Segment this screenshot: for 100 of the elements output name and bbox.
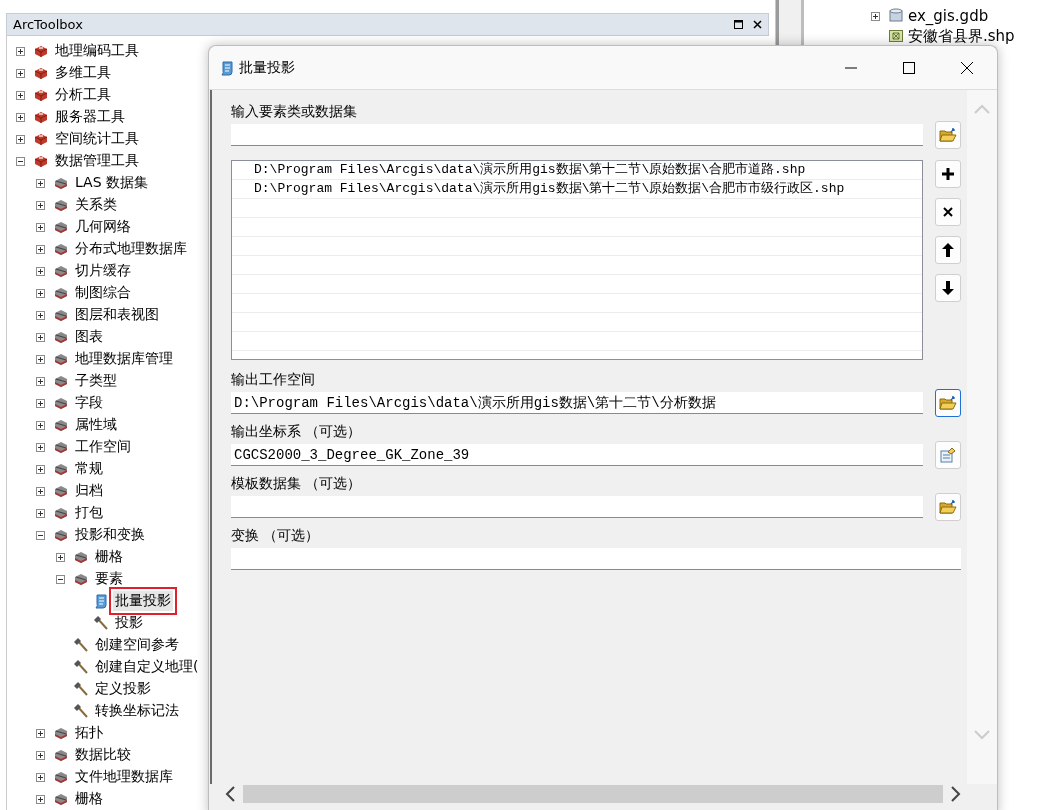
tree-item[interactable]: 服务器工具 <box>53 107 127 127</box>
input-field[interactable] <box>231 548 961 570</box>
expand-icon[interactable] <box>15 45 26 57</box>
panel-title: ArcToolbox <box>13 17 83 32</box>
expand-icon[interactable] <box>35 265 46 277</box>
arrow-down-icon <box>942 281 954 295</box>
expand-icon[interactable] <box>35 507 46 519</box>
tree-item[interactable]: 文件地理数据库 <box>73 767 175 787</box>
tree-item[interactable]: 定义投影 <box>93 679 153 699</box>
expand-icon[interactable] <box>15 67 26 79</box>
maximize-icon[interactable] <box>903 61 915 74</box>
tree-item[interactable]: 归档 <box>73 481 105 501</box>
input-field[interactable] <box>231 496 923 518</box>
collapse-icon[interactable] <box>55 573 66 585</box>
expand-icon[interactable] <box>35 309 46 321</box>
tree-item[interactable]: 地理数据库管理 <box>73 349 175 369</box>
input-field[interactable] <box>231 124 923 146</box>
expand-icon[interactable] <box>35 177 46 189</box>
collapse-icon[interactable] <box>15 155 26 167</box>
expand-icon[interactable] <box>35 287 46 299</box>
tree-item[interactable]: 拓扑 <box>73 723 105 743</box>
toolbox-icon <box>33 65 49 81</box>
tree-item[interactable]: 字段 <box>73 393 105 413</box>
tree-item[interactable]: 图表 <box>73 327 105 347</box>
tree-item[interactable]: 创建空间参考 <box>93 635 181 655</box>
expand-icon[interactable] <box>35 485 46 497</box>
field-label: 变换 （可选） <box>231 526 321 544</box>
input-list[interactable]: D:\Program Files\Arcgis\data\演示所用gis数据\第十二节\原始数据\合肥市道路.shp D:\Program Files\Arcgis\data\演示所用gis数据\第十二节\原始数据\合肥市市级行政区.shp <box>231 160 923 360</box>
hammer-icon <box>73 637 89 653</box>
tree-item[interactable]: 制图综合 <box>73 283 133 303</box>
expand-icon[interactable] <box>35 353 46 365</box>
remove-button[interactable] <box>935 198 961 226</box>
list-item[interactable]: D:\Program Files\Arcgis\data\演示所用gis数据\第十二节\原始数据\合肥市市级行政区.shp <box>232 180 922 199</box>
tree-item[interactable]: 转换坐标记法 <box>93 701 181 721</box>
scrollbar-thumb[interactable] <box>243 785 943 803</box>
close-icon[interactable] <box>961 61 973 74</box>
up-button[interactable] <box>935 236 961 264</box>
browse-button[interactable] <box>935 389 961 417</box>
field-label: 输出工作空间 <box>231 370 316 388</box>
expand-icon[interactable] <box>55 551 66 563</box>
tree-item[interactable]: 投影 <box>113 613 145 633</box>
list-item[interactable]: D:\Program Files\Arcgis\data\演示所用gis数据\第十二节\原始数据\合肥市道路.shp <box>232 161 922 180</box>
expand-icon[interactable] <box>35 331 46 343</box>
tree-item[interactable]: 栅格 <box>93 547 125 567</box>
expand-icon[interactable] <box>15 111 26 123</box>
input-field[interactable]: D:\Program Files\Arcgis\data\演示所用gis数据\第十二节\分析数据 <box>231 392 923 414</box>
collapse-icon[interactable] <box>35 529 46 541</box>
tree-item[interactable]: 切片缓存 <box>73 261 133 281</box>
expand-icon[interactable] <box>35 727 46 739</box>
tree-item[interactable]: 多维工具 <box>53 63 113 83</box>
catalog-item[interactable]: 安徽省县界.shp <box>908 26 1015 46</box>
field-label: 输出坐标系 （可选） <box>231 422 363 440</box>
tree-item[interactable]: 创建自定义地理( <box>93 657 201 677</box>
expand-icon[interactable] <box>35 463 46 475</box>
toolset-icon <box>73 549 89 565</box>
tree-item[interactable]: 图层和表视图 <box>73 305 161 325</box>
expand-icon[interactable] <box>35 441 46 453</box>
tree-item[interactable]: 地理编码工具 <box>53 41 141 61</box>
tree-item[interactable]: 打包 <box>73 503 105 523</box>
expand-icon[interactable] <box>35 375 46 387</box>
tree-item[interactable]: LAS 数据集 <box>73 173 151 193</box>
chevron-left-icon[interactable] <box>225 786 235 802</box>
down-button[interactable] <box>935 274 961 302</box>
tree-item[interactable]: 要素 <box>93 569 125 589</box>
tree-item[interactable]: 子类型 <box>73 371 119 391</box>
tree-item[interactable]: 数据比较 <box>73 745 133 765</box>
tree-item[interactable]: 属性域 <box>73 415 119 435</box>
close-icon[interactable] <box>753 20 762 29</box>
expand-icon[interactable] <box>35 397 46 409</box>
expand-icon[interactable] <box>35 199 46 211</box>
tree-item[interactable]: 几何网络 <box>73 217 133 237</box>
tree-item[interactable]: 常规 <box>73 459 105 479</box>
toolbox-icon <box>33 87 49 103</box>
toolset-icon <box>53 307 69 323</box>
expand-icon[interactable] <box>35 243 46 255</box>
chevron-right-icon[interactable] <box>951 786 961 802</box>
plus-icon <box>941 167 955 181</box>
expand-icon[interactable] <box>35 793 46 805</box>
add-button[interactable] <box>935 160 961 188</box>
expand-icon[interactable] <box>35 749 46 761</box>
tree-item[interactable]: 分析工具 <box>53 85 113 105</box>
tree-item[interactable]: 数据管理工具 <box>53 151 141 171</box>
expand-icon[interactable] <box>35 419 46 431</box>
toolset-icon <box>73 571 89 587</box>
catalog-item[interactable]: ex_gis.gdb <box>908 7 989 25</box>
tree-item[interactable]: 栅格 <box>73 789 105 809</box>
expand-icon[interactable] <box>35 771 46 783</box>
tree-item[interactable]: 空间统计工具 <box>53 129 141 149</box>
scroll-icon <box>93 593 109 609</box>
tree-item[interactable]: 工作空间 <box>73 437 133 457</box>
expand-icon[interactable] <box>15 89 26 101</box>
toolset-icon <box>53 747 69 763</box>
tree-item[interactable]: 关系类 <box>73 195 119 215</box>
expand-icon[interactable] <box>870 10 881 22</box>
restore-icon[interactable] <box>734 20 743 29</box>
tree-item[interactable]: 投影和变换 <box>73 525 147 545</box>
expand-icon[interactable] <box>35 221 46 233</box>
input-field[interactable]: CGCS2000_3_Degree_GK_Zone_39 <box>231 444 923 466</box>
expand-icon[interactable] <box>15 133 26 145</box>
tree-item[interactable]: 分布式地理数据库 <box>73 239 189 259</box>
